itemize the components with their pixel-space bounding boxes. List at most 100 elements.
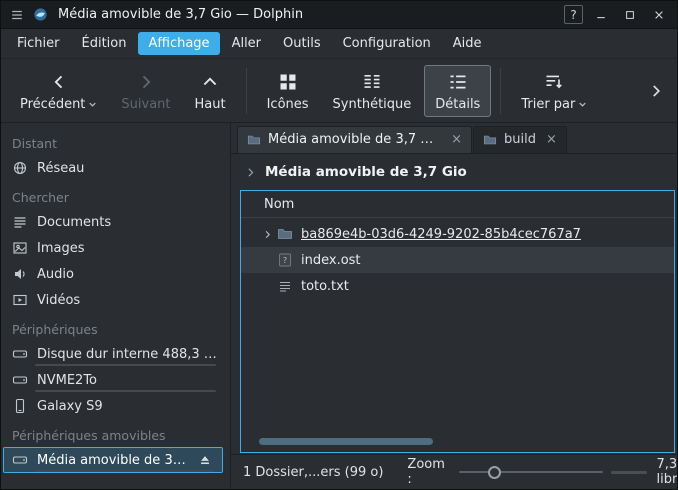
removable-drive-icon bbox=[12, 452, 28, 468]
menu-configuration[interactable]: Configuration bbox=[333, 32, 441, 55]
tab-label: build bbox=[504, 132, 536, 147]
close-button[interactable] bbox=[648, 5, 670, 24]
scrollbar-thumb[interactable] bbox=[259, 438, 432, 445]
toolbar-separator bbox=[500, 68, 501, 114]
file-view: Nom ba869e4b-03d6-4249-9202-85b4cec767a7 bbox=[240, 190, 675, 453]
horizontal-scrollbar[interactable] bbox=[251, 438, 664, 445]
expand-chevron-icon[interactable] bbox=[257, 229, 277, 240]
sidebar-item-label: Média amovible de 3,7 ... bbox=[37, 453, 189, 468]
videos-icon bbox=[12, 292, 28, 308]
selection-summary: 1 Dossier,...ers (99 o) bbox=[243, 465, 383, 480]
hard-drive-icon bbox=[12, 372, 28, 388]
free-space-bar bbox=[611, 471, 648, 474]
section-header-chercher: Chercher bbox=[1, 181, 230, 209]
zoom-label: Zoom : bbox=[407, 457, 451, 487]
eject-icon[interactable] bbox=[198, 453, 212, 467]
sidebar-item-label: Galaxy S9 bbox=[37, 399, 103, 414]
sidebar-item-label: NVME2To bbox=[37, 373, 97, 388]
file-name: index.ost bbox=[301, 253, 361, 268]
chevron-up-icon bbox=[200, 72, 220, 92]
tab-build[interactable]: build × bbox=[473, 126, 567, 153]
sidebar-item-label: Images bbox=[37, 241, 85, 256]
sidebar-item-reseau[interactable]: Réseau bbox=[1, 155, 230, 181]
folder-icon bbox=[483, 133, 497, 147]
zoom-slider-handle[interactable] bbox=[488, 466, 501, 479]
toolbar-overflow-button[interactable] bbox=[643, 82, 669, 100]
text-file-icon bbox=[277, 278, 297, 294]
file-row[interactable]: ? index.ost bbox=[241, 247, 674, 273]
sort-by-button[interactable]: Trier par bbox=[510, 65, 598, 117]
sidebar-item-videos[interactable]: Vidéos bbox=[1, 287, 230, 313]
disk-usage-bar bbox=[35, 364, 216, 366]
sidebar-item-label: Disque dur interne 488,3 G... bbox=[37, 347, 219, 362]
folder-icon bbox=[277, 226, 297, 242]
chevron-right-icon bbox=[136, 72, 156, 92]
window-title: Média amovible de 3,7 Gio — Dolphin bbox=[58, 7, 303, 22]
sort-icon bbox=[544, 72, 564, 92]
sidebar-item-label: Réseau bbox=[37, 161, 84, 176]
disk-usage-bar bbox=[35, 390, 216, 392]
up-button[interactable]: Haut bbox=[184, 65, 237, 117]
compact-view-icon bbox=[362, 72, 382, 92]
sidebar-item-images[interactable]: Images bbox=[1, 235, 230, 261]
sort-by-label: Trier par bbox=[521, 97, 575, 112]
menu-edition[interactable]: Édition bbox=[72, 32, 137, 55]
images-icon bbox=[12, 240, 28, 256]
icons-view-icon bbox=[278, 72, 298, 92]
phone-icon bbox=[12, 398, 28, 414]
forward-button[interactable]: Suivant bbox=[110, 65, 181, 117]
sidebar-item-galaxy-s9[interactable]: Galaxy S9 bbox=[1, 393, 230, 419]
tab-close-icon[interactable]: × bbox=[451, 133, 462, 146]
minimize-button[interactable] bbox=[590, 5, 612, 24]
icons-view-button[interactable]: Icônes bbox=[256, 65, 320, 117]
back-button[interactable]: Précédent bbox=[9, 65, 108, 117]
tab-close-icon[interactable]: × bbox=[546, 133, 557, 146]
menu-outils[interactable]: Outils bbox=[273, 32, 331, 55]
compact-view-button[interactable]: Synthétique bbox=[322, 65, 423, 117]
details-view-label: Détails bbox=[435, 97, 480, 112]
file-name: toto.txt bbox=[301, 279, 349, 294]
dolphin-window: Média amovible de 3,7 Gio — Dolphin ? Fi… bbox=[0, 0, 678, 490]
back-label: Précédent bbox=[20, 97, 85, 112]
application-menu-icon[interactable] bbox=[8, 6, 25, 23]
sidebar-item-audio[interactable]: Audio bbox=[1, 261, 230, 287]
sidebar-item-label: Vidéos bbox=[37, 293, 80, 308]
file-name: ba869e4b-03d6-4249-9202-85b4cec767a7 bbox=[301, 227, 581, 242]
sidebar-item-media-amovible[interactable]: Média amovible de 3,7 ... bbox=[3, 447, 223, 473]
zoom-slider-track bbox=[459, 471, 602, 473]
section-header-peripheriques: Périphériques bbox=[1, 313, 230, 341]
sidebar-item-nvme2to[interactable]: NVME2To bbox=[1, 367, 230, 393]
chevron-down-icon bbox=[88, 100, 97, 109]
menu-bar: Fichier Édition Affichage Aller Outils C… bbox=[1, 29, 677, 59]
menu-affichage[interactable]: Affichage bbox=[138, 32, 219, 55]
menu-fichier[interactable]: Fichier bbox=[7, 32, 70, 55]
free-space-label: 7,3 Gio libre(s) bbox=[656, 457, 678, 487]
sidebar-item-documents[interactable]: Documents bbox=[1, 209, 230, 235]
maximize-button[interactable] bbox=[619, 5, 641, 24]
breadcrumb: Média amovible de 3,7 Gio bbox=[231, 154, 677, 190]
chevron-right-icon[interactable] bbox=[244, 166, 257, 179]
folder-icon bbox=[247, 133, 261, 147]
audio-icon bbox=[12, 266, 28, 282]
file-row[interactable]: toto.txt bbox=[241, 273, 674, 299]
menu-aide[interactable]: Aide bbox=[443, 32, 492, 55]
breadcrumb-location[interactable]: Média amovible de 3,7 Gio bbox=[265, 164, 467, 180]
sidebar-item-label: Audio bbox=[37, 267, 74, 282]
help-button[interactable]: ? bbox=[564, 5, 583, 24]
zoom-slider[interactable] bbox=[459, 465, 602, 479]
forward-label: Suivant bbox=[121, 97, 170, 112]
chevron-right-icon bbox=[647, 82, 665, 100]
file-rows: ba869e4b-03d6-4249-9202-85b4cec767a7 ? i… bbox=[241, 218, 674, 434]
tab-media-amovible[interactable]: Média amovible de 3,7 Gio × bbox=[237, 126, 472, 153]
disk-usage-bar bbox=[35, 470, 215, 472]
file-row[interactable]: ba869e4b-03d6-4249-9202-85b4cec767a7 bbox=[241, 221, 674, 247]
menu-aller[interactable]: Aller bbox=[222, 32, 271, 55]
svg-text:?: ? bbox=[283, 256, 287, 265]
toolbar-separator bbox=[246, 68, 247, 114]
up-label: Haut bbox=[195, 97, 226, 112]
tab-label: Média amovible de 3,7 Gio bbox=[268, 132, 441, 147]
details-view-button[interactable]: Détails bbox=[424, 65, 491, 117]
compact-view-label: Synthétique bbox=[333, 97, 412, 112]
column-header-nom[interactable]: Nom bbox=[241, 191, 674, 218]
sidebar-item-disque-dur-interne[interactable]: Disque dur interne 488,3 G... bbox=[1, 341, 230, 367]
